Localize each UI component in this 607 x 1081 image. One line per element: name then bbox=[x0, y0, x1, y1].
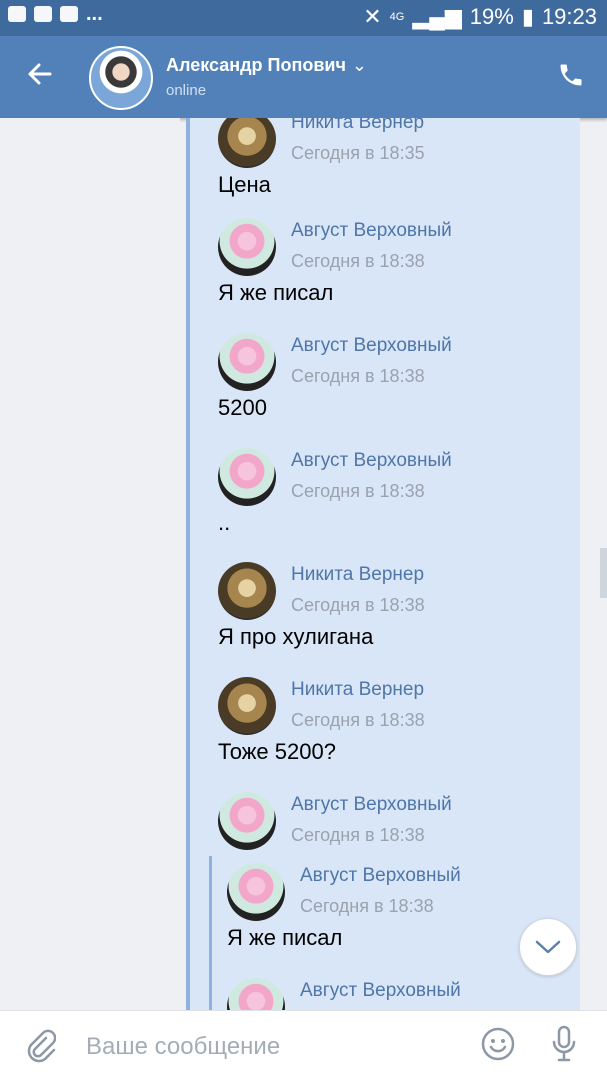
message-list[interactable]: Никита Вернер Сегодня в 18:35 Цена Авгус… bbox=[0, 118, 607, 1010]
nested-forward-line bbox=[209, 856, 212, 1010]
incoming-area bbox=[0, 118, 180, 1010]
battery-level: 19% bbox=[469, 4, 514, 29]
call-button[interactable] bbox=[557, 61, 585, 96]
avatar[interactable] bbox=[218, 562, 276, 620]
microphone-icon[interactable] bbox=[550, 1025, 578, 1063]
message-time: Сегодня в 18:38 bbox=[291, 481, 425, 501]
status-indicators: ✕ 4G ▂▄▆ 19% ▮ 19:23 bbox=[363, 4, 597, 30]
message-text: Я же писал bbox=[218, 280, 334, 305]
signal-icon: ▂▄▆ bbox=[412, 4, 462, 29]
author-name[interactable]: Август Верховный bbox=[291, 794, 452, 816]
contact-name: Александр Попович bbox=[166, 55, 346, 75]
chevron-down-icon: ⌄ bbox=[351, 55, 367, 75]
scroll-down-button[interactable] bbox=[519, 918, 577, 976]
more-notifications: ... bbox=[86, 3, 103, 25]
author-name[interactable]: Август Верховный bbox=[300, 865, 461, 887]
paperclip-icon[interactable] bbox=[26, 1029, 56, 1063]
contact-avatar[interactable] bbox=[89, 46, 153, 110]
arrow-left-icon bbox=[28, 63, 52, 85]
author-name[interactable]: Никита Вернер bbox=[291, 564, 424, 586]
clock: 19:23 bbox=[541, 4, 597, 29]
avatar[interactable] bbox=[227, 863, 285, 921]
message-text: Тоже 5200? bbox=[218, 739, 336, 764]
avatar[interactable] bbox=[218, 792, 276, 850]
avatar[interactable] bbox=[218, 448, 276, 506]
message-input[interactable]: Ваше сообщение bbox=[86, 1033, 280, 1061]
message-time: Сегодня в 18:38 bbox=[291, 595, 425, 615]
youtube-icon bbox=[34, 6, 52, 22]
author-name[interactable]: Август Верховный bbox=[300, 980, 461, 1002]
message-text: .. bbox=[218, 510, 231, 535]
contact-status: online bbox=[166, 82, 207, 99]
message-text: Я про хулигана bbox=[218, 624, 374, 649]
message-time: Сегодня в 18:38 bbox=[291, 251, 425, 271]
author-name[interactable]: Никита Вернер bbox=[291, 118, 424, 134]
smile-icon[interactable] bbox=[481, 1027, 515, 1061]
author-name[interactable]: Никита Вернер bbox=[291, 679, 424, 701]
author-name[interactable]: Август Верховный bbox=[291, 220, 452, 242]
message-text: 5200 bbox=[218, 395, 267, 420]
chevron-down-icon bbox=[535, 940, 561, 954]
avatar[interactable] bbox=[218, 218, 276, 276]
back-button[interactable] bbox=[26, 60, 54, 94]
chat-header: Александр Попович ⌄ online bbox=[0, 36, 607, 118]
message-time: Сегодня в 18:35 bbox=[291, 143, 425, 163]
scrollbar[interactable] bbox=[600, 548, 607, 598]
author-name[interactable]: Август Верховный bbox=[291, 335, 452, 357]
youtube-icon bbox=[60, 6, 78, 22]
message-text: Цена bbox=[218, 172, 271, 197]
gallery-icon bbox=[8, 6, 26, 22]
message-composer: Ваше сообщение bbox=[0, 1010, 607, 1081]
avatar[interactable] bbox=[218, 333, 276, 391]
mute-icon: ✕ bbox=[363, 4, 382, 29]
contact-name-button[interactable]: Александр Попович ⌄ bbox=[166, 55, 367, 76]
message-text: Я же писал bbox=[227, 925, 343, 950]
status-notifications: ... bbox=[8, 3, 103, 25]
message-time: Сегодня в 18:38 bbox=[291, 366, 425, 386]
status-bar: ... ✕ 4G ▂▄▆ 19% ▮ 19:23 bbox=[0, 0, 607, 36]
message-time: Сегодня в 18:38 bbox=[300, 896, 434, 916]
message-time: Сегодня в 18:38 bbox=[291, 825, 425, 845]
battery-icon: ▮ bbox=[521, 4, 534, 29]
avatar[interactable] bbox=[218, 677, 276, 735]
message-time: Сегодня в 18:38 bbox=[291, 710, 425, 730]
phone-icon bbox=[560, 64, 582, 86]
author-name[interactable]: Август Верховный bbox=[291, 450, 452, 472]
network-type: 4G bbox=[389, 11, 405, 23]
